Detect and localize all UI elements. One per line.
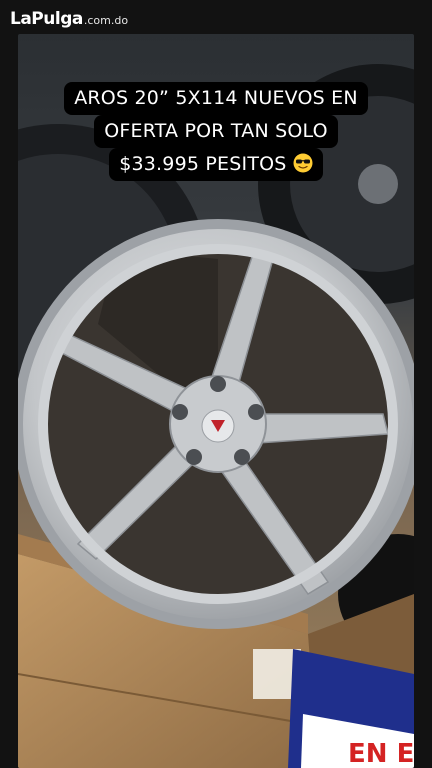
caption-line-3-text: $33.995 PESITOS	[119, 153, 287, 175]
watermark-domain: .com.do	[83, 14, 129, 27]
caption-line-2: OFERTA POR TAN SOLO	[94, 115, 338, 148]
watermark-brand: LaPulga	[10, 9, 83, 29]
caption-line-1: AROS 20” 5X114 NUEVOS EN	[64, 82, 368, 115]
watermark-logo: LaPulga .com.do	[10, 9, 128, 31]
sunglasses-face-icon	[293, 153, 313, 173]
sign-text: EN E	[348, 739, 414, 768]
story-caption: AROS 20” 5X114 NUEVOS EN OFERTA POR TAN …	[32, 82, 400, 181]
caption-line-3: $33.995 PESITOS	[109, 148, 323, 181]
wheel-rim	[18, 219, 414, 629]
